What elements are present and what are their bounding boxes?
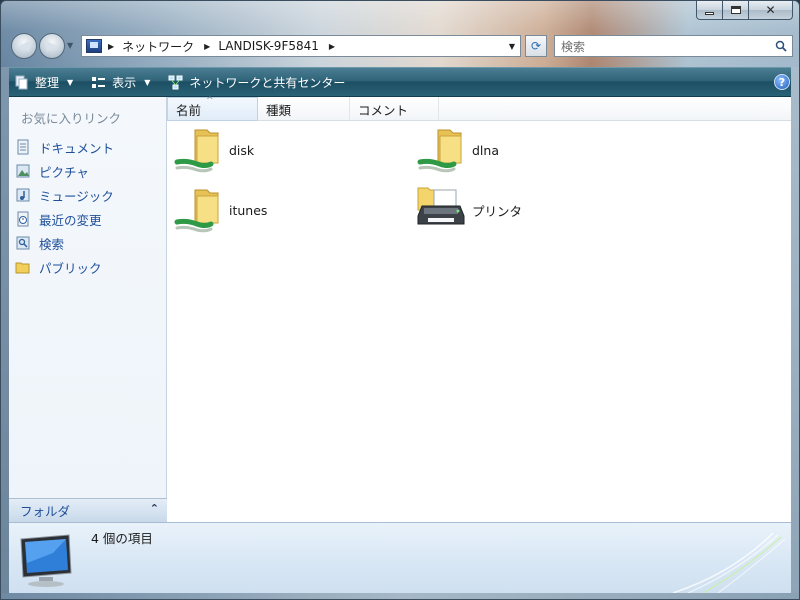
sidebar-item-label: ドキュメント bbox=[39, 140, 115, 156]
chevron-down-icon: ▼ bbox=[144, 77, 151, 87]
network-center-icon bbox=[168, 75, 183, 89]
column-header-name[interactable]: ^ 名前 bbox=[167, 96, 258, 121]
column-header-type[interactable]: 種類 bbox=[258, 97, 350, 121]
search-placeholder: 検索 bbox=[561, 39, 586, 54]
chevron-up-icon: ⌃ bbox=[149, 502, 159, 515]
organize-button[interactable]: 整理 ▼ bbox=[8, 70, 79, 94]
sort-ascending-icon: ^ bbox=[206, 96, 214, 106]
column-header-label: 種類 bbox=[266, 102, 292, 118]
network-center-button[interactable]: ネットワークと共有センター bbox=[162, 70, 351, 94]
public-folder-icon bbox=[15, 262, 30, 274]
close-icon: ✕ bbox=[765, 3, 776, 17]
details-pane: 4 個の項目 bbox=[9, 522, 793, 593]
file-name: itunes bbox=[229, 202, 268, 218]
file-name: dlna bbox=[472, 142, 499, 158]
sidebar-item-pictures[interactable]: ピクチャ bbox=[15, 159, 114, 183]
shared-folder-icon bbox=[174, 129, 219, 173]
sidebar-item-label: 検索 bbox=[39, 236, 65, 252]
column-header-label: コメント bbox=[358, 102, 409, 118]
caption-buttons: ✕ bbox=[696, 1, 793, 20]
pictures-icon bbox=[16, 164, 30, 178]
file-name: disk bbox=[229, 142, 255, 158]
list-item[interactable]: disk bbox=[173, 124, 254, 176]
breadcrumb-separator-icon[interactable]: ▶ bbox=[329, 42, 335, 51]
item-count: 4 個の項目 bbox=[91, 531, 153, 546]
computer-icon bbox=[20, 534, 72, 587]
favorite-links: ドキュメント ピクチャ ミュージック 最近の変更 検索 パブリック bbox=[15, 135, 114, 279]
views-label: 表示 bbox=[112, 75, 137, 90]
search-icon[interactable] bbox=[775, 40, 787, 52]
column-headers: ^ 名前 種類 コメント bbox=[167, 96, 793, 121]
sidebar-item-searches[interactable]: 検索 bbox=[15, 231, 114, 255]
music-icon bbox=[16, 188, 30, 202]
back-arrow-icon: ◀ bbox=[18, 38, 30, 54]
forward-button[interactable]: ▶ bbox=[39, 33, 65, 59]
explorer-window: ✕ ◀ ▶ ▼ ▶ ネットワーク ▶ LANDISK-9F5841 ▶ ▼ ⟳ … bbox=[0, 0, 800, 600]
chevron-down-icon: ▼ bbox=[67, 77, 74, 87]
main-area: お気に入りリンク ドキュメント ピクチャ ミュージック 最近の変更 検索 パブリ… bbox=[9, 96, 793, 522]
breadcrumb-landisk[interactable]: LANDISK-9F5841 bbox=[218, 39, 319, 53]
minimize-button[interactable] bbox=[696, 1, 723, 20]
breadcrumb-network[interactable]: ネットワーク bbox=[122, 38, 194, 55]
searches-icon bbox=[16, 236, 30, 250]
sidebar-item-label: ピクチャ bbox=[39, 164, 89, 180]
network-location-icon bbox=[86, 39, 102, 53]
minimize-icon bbox=[705, 11, 714, 15]
folders-toggle[interactable]: フォルダ ⌃ bbox=[9, 498, 167, 522]
favorites-header: お気に入りリンク bbox=[21, 111, 122, 126]
maximize-icon bbox=[730, 6, 741, 14]
recent-changes-icon bbox=[17, 211, 29, 227]
list-item[interactable]: itunes bbox=[173, 184, 267, 236]
help-button[interactable]: ? bbox=[774, 74, 790, 90]
close-button[interactable]: ✕ bbox=[749, 1, 793, 20]
organize-label: 整理 bbox=[35, 75, 60, 90]
address-bar[interactable]: ▶ ネットワーク ▶ LANDISK-9F5841 ▶ ▼ bbox=[81, 35, 521, 57]
list-item[interactable]: プリンタ bbox=[416, 184, 522, 236]
file-name: プリンタ bbox=[472, 203, 523, 219]
sidebar-item-label: ミュージック bbox=[39, 188, 114, 204]
printer-icon bbox=[417, 187, 465, 225]
window-border-left bbox=[1, 67, 9, 597]
breadcrumb-separator-icon[interactable]: ▶ bbox=[108, 42, 114, 51]
shared-folder-icon bbox=[417, 129, 462, 173]
organize-icon bbox=[15, 75, 28, 89]
sidebar-item-recent-changes[interactable]: 最近の変更 bbox=[15, 207, 114, 231]
column-header-comment[interactable]: コメント bbox=[350, 97, 439, 121]
sidebar-item-label: 最近の変更 bbox=[39, 212, 102, 228]
command-bar: 整理 ▼ 表示 ▼ ネットワークと共有センター ? bbox=[2, 67, 799, 97]
recent-pages-dropdown[interactable]: ▼ bbox=[67, 41, 73, 50]
navigation-bar: ◀ ▶ ▼ ▶ ネットワーク ▶ LANDISK-9F5841 ▶ ▼ ⟳ 検索 bbox=[9, 31, 793, 61]
views-icon bbox=[92, 76, 106, 88]
shared-folder-icon bbox=[174, 189, 219, 233]
back-button[interactable]: ◀ bbox=[11, 33, 37, 59]
list-item[interactable]: dlna bbox=[416, 124, 499, 176]
forward-arrow-icon: ▶ bbox=[46, 38, 58, 54]
window-border-bottom bbox=[1, 593, 799, 599]
breadcrumb-separator-icon[interactable]: ▶ bbox=[204, 42, 210, 51]
window-border-right bbox=[791, 67, 799, 597]
maximize-button[interactable] bbox=[723, 1, 749, 20]
sidebar-item-music[interactable]: ミュージック bbox=[15, 183, 114, 207]
sidebar-item-public[interactable]: パブリック bbox=[15, 255, 114, 279]
sidebar-item-label: パブリック bbox=[39, 260, 102, 276]
views-button[interactable]: 表示 ▼ bbox=[85, 70, 156, 94]
file-list-pane: ^ 名前 種類 コメント disk dlna itunes プリンタ bbox=[167, 96, 793, 522]
navigation-pane: お気に入りリンク ドキュメント ピクチャ ミュージック 最近の変更 検索 パブリ… bbox=[9, 97, 167, 522]
address-dropdown-button[interactable]: ▼ bbox=[504, 36, 520, 56]
folders-label: フォルダ bbox=[20, 504, 71, 519]
help-icon: ? bbox=[778, 75, 786, 89]
refresh-button[interactable]: ⟳ bbox=[525, 35, 547, 57]
column-header-label: 名前 bbox=[176, 102, 202, 118]
documents-icon bbox=[17, 139, 29, 155]
search-input[interactable]: 検索 bbox=[554, 35, 793, 57]
sidebar-item-documents[interactable]: ドキュメント bbox=[15, 135, 114, 159]
decorative-swoosh bbox=[672, 532, 786, 593]
network-center-label: ネットワークと共有センター bbox=[189, 75, 346, 90]
refresh-icon: ⟳ bbox=[530, 39, 542, 53]
